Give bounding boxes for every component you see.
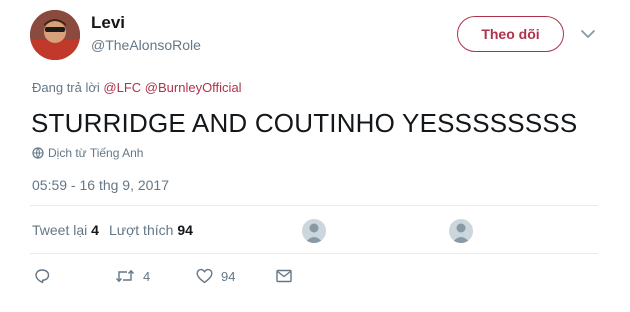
translate-label: Dịch từ Tiếng Anh	[48, 146, 144, 160]
follow-button[interactable]: Theo dõi	[457, 16, 564, 52]
retweet-button[interactable]: 4	[115, 266, 150, 286]
retweet-action-count: 4	[143, 268, 151, 284]
chevron-down-icon[interactable]	[580, 27, 596, 39]
reply-context: Đang trả lời @LFC @Burnley​Official	[32, 80, 242, 95]
divider	[30, 253, 598, 254]
like-stats[interactable]: Lượt thích 94	[109, 222, 193, 238]
user-name[interactable]: Levi	[91, 13, 125, 33]
retweet-icon	[115, 269, 135, 283]
translate-link[interactable]: Dịch từ Tiếng Anh	[32, 146, 143, 160]
divider	[30, 205, 598, 206]
liker-avatar[interactable]	[302, 219, 326, 243]
mention-burnley[interactable]: @Burnley​Official	[145, 80, 242, 95]
like-button[interactable]: 94	[196, 266, 235, 286]
like-count: 94	[177, 222, 193, 238]
mention-lfc[interactable]: @LFC	[103, 80, 141, 95]
like-action-count: 94	[221, 268, 236, 284]
retweet-stats[interactable]: Tweet lại 4	[32, 222, 99, 238]
retweet-count: 4	[91, 222, 99, 238]
heart-icon	[196, 268, 213, 284]
retweet-label: Tweet lại	[32, 222, 88, 238]
liker-avatar[interactable]	[449, 219, 473, 243]
envelope-icon	[276, 269, 292, 283]
avatar[interactable]	[30, 10, 80, 60]
user-handle[interactable]: @TheAlonsoRole	[91, 37, 201, 53]
timestamp[interactable]: 05:59 - 16 thg 9, 2017	[32, 177, 169, 193]
reply-icon	[35, 269, 50, 284]
tweet-text: STURRIDGE AND COUTINHO YESSSSSSSS	[31, 108, 578, 138]
reply-button[interactable]	[34, 266, 50, 286]
reply-prefix: Đang trả lời	[32, 80, 100, 95]
globe-icon	[32, 147, 44, 159]
tweet-stats: Tweet lại 4 Lượt thích 94	[32, 222, 193, 238]
like-label: Lượt thích	[108, 222, 174, 238]
direct-message-button[interactable]	[276, 266, 292, 286]
